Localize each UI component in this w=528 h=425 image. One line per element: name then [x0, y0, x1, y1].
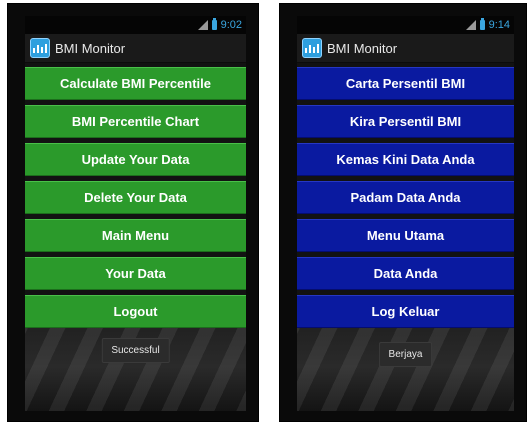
- main-menu: Calculate BMI Percentile BMI Percentile …: [25, 63, 246, 328]
- phone-frame-malay: 9:14 BMI Monitor Carta Persentil BMI Kir…: [279, 3, 527, 422]
- signal-icon: [197, 20, 208, 30]
- screen-malay: 9:14 BMI Monitor Carta Persentil BMI Kir…: [297, 16, 514, 411]
- phone-frame-english: 9:02 BMI Monitor Calculate BMI Percentil…: [7, 3, 259, 422]
- kira-persentil-bmi-button[interactable]: Kira Persentil BMI: [297, 105, 514, 138]
- logout-button[interactable]: Logout: [25, 295, 246, 328]
- toast-message: Successful: [101, 338, 170, 363]
- calculate-bmi-percentile-button[interactable]: Calculate BMI Percentile: [25, 67, 246, 100]
- signal-icon: [465, 20, 476, 30]
- status-bar: 9:14: [297, 16, 514, 34]
- padam-data-anda-button[interactable]: Padam Data Anda: [297, 181, 514, 214]
- bmi-app-icon: [302, 38, 322, 58]
- bmi-percentile-chart-button[interactable]: BMI Percentile Chart: [25, 105, 246, 138]
- main-menu: Carta Persentil BMI Kira Persentil BMI K…: [297, 63, 514, 328]
- delete-your-data-button[interactable]: Delete Your Data: [25, 181, 246, 214]
- bmi-app-icon: [30, 38, 50, 58]
- update-your-data-button[interactable]: Update Your Data: [25, 143, 246, 176]
- app-title-bar: BMI Monitor: [297, 34, 514, 63]
- status-time: 9:14: [488, 19, 510, 31]
- main-menu-button[interactable]: Main Menu: [25, 219, 246, 252]
- your-data-button[interactable]: Your Data: [25, 257, 246, 290]
- app-title: BMI Monitor: [55, 40, 126, 56]
- menu-utama-button[interactable]: Menu Utama: [297, 219, 514, 252]
- screen-english: 9:02 BMI Monitor Calculate BMI Percentil…: [25, 16, 246, 411]
- data-anda-button[interactable]: Data Anda: [297, 257, 514, 290]
- toast-message: Berjaya: [378, 342, 433, 367]
- app-title: BMI Monitor: [327, 40, 398, 56]
- battery-icon: [479, 18, 485, 30]
- carta-persentil-bmi-button[interactable]: Carta Persentil BMI: [297, 67, 514, 100]
- app-title-bar: BMI Monitor: [25, 34, 246, 63]
- log-keluar-button[interactable]: Log Keluar: [297, 295, 514, 328]
- status-time: 9:02: [220, 19, 242, 31]
- status-bar: 9:02: [25, 16, 246, 34]
- battery-icon: [211, 18, 217, 30]
- kemas-kini-data-anda-button[interactable]: Kemas Kini Data Anda: [297, 143, 514, 176]
